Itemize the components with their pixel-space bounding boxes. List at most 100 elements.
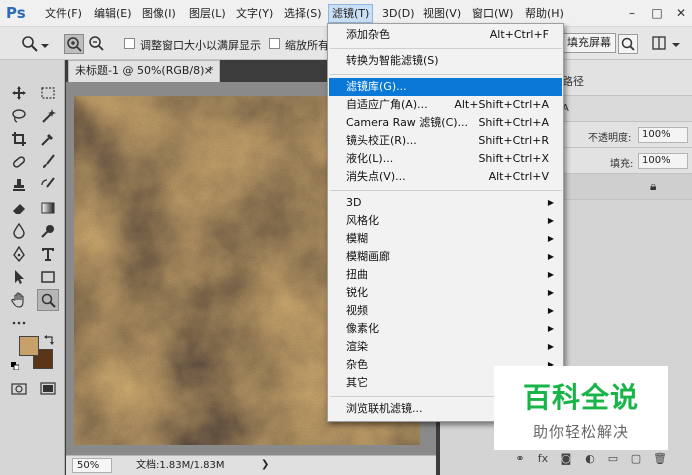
menu-filter[interactable]: 滤镜(T) bbox=[327, 4, 374, 23]
more-tools-icon[interactable] bbox=[8, 312, 30, 334]
document-tab-title: 未标题-1 @ 50%(RGB/8) * bbox=[75, 64, 214, 77]
pen-tool-icon[interactable] bbox=[8, 243, 30, 265]
history-brush-tool-icon[interactable] bbox=[37, 174, 59, 196]
menu-item-sharpen[interactable]: 锐化 ▶ bbox=[329, 284, 562, 302]
menu-window[interactable]: 窗口(W) bbox=[469, 5, 516, 22]
menu-file[interactable]: 文件(F) bbox=[42, 5, 85, 22]
submenu-arrow-icon: ▶ bbox=[547, 306, 554, 315]
workspace-icon[interactable] bbox=[650, 34, 670, 54]
status-bar: 50% 文档:1.83M/1.83M ❯ bbox=[66, 455, 436, 475]
menu-item-add-noise[interactable]: 添加杂色 Alt+Ctrl+F bbox=[329, 26, 562, 44]
zoom-all-label: 缩放所有 bbox=[285, 39, 329, 52]
menu-item-liquify[interactable]: 液化(L)... Shift+Ctrl+X bbox=[329, 150, 562, 168]
menu-image[interactable]: 图像(I) bbox=[139, 5, 179, 22]
photoshop-logo: Ps bbox=[6, 4, 26, 22]
menu-item-filter-gallery[interactable]: 滤镜库(G)... bbox=[329, 78, 562, 96]
magic-wand-tool-icon[interactable] bbox=[37, 105, 59, 127]
hand-tool-icon[interactable] bbox=[8, 289, 30, 311]
fill-screen-button[interactable]: 填充屏幕 bbox=[562, 33, 616, 53]
workspace-chevron-icon[interactable] bbox=[672, 39, 680, 47]
fill-field[interactable]: 100% bbox=[638, 153, 688, 169]
type-tool-icon[interactable] bbox=[37, 243, 59, 265]
paths-tab[interactable]: 路径 bbox=[562, 73, 584, 89]
document-size-info[interactable]: 文档:1.83M/1.83M bbox=[136, 459, 225, 472]
minimize-icon[interactable]: – bbox=[625, 6, 639, 20]
menu-item-blur-gallery[interactable]: 模糊画廊 ▶ bbox=[329, 248, 562, 266]
chevron-down-icon[interactable] bbox=[41, 40, 49, 48]
lock-icon: 🔒︎ bbox=[650, 179, 657, 193]
move-tool-icon[interactable] bbox=[8, 82, 30, 104]
menu-view[interactable]: 视图(V) bbox=[420, 5, 464, 22]
default-colors-icon[interactable] bbox=[11, 360, 20, 371]
lasso-tool-icon[interactable] bbox=[8, 105, 30, 127]
brush-tool-icon[interactable] bbox=[37, 151, 59, 173]
zoom-in-icon[interactable] bbox=[64, 34, 84, 54]
menu-separator bbox=[330, 48, 562, 49]
menu-edit[interactable]: 编辑(E) bbox=[91, 5, 135, 22]
menu-item-convert-smart-filter[interactable]: 转换为智能滤镜(S) bbox=[329, 52, 562, 70]
menu-item-vanishing-point[interactable]: 消失点(V)... Alt+Ctrl+V bbox=[329, 168, 562, 186]
crop-tool-icon[interactable] bbox=[8, 128, 30, 150]
zoom-level-field[interactable]: 50% bbox=[72, 458, 112, 473]
layer-style-icon[interactable]: fx bbox=[535, 451, 551, 467]
menu-item-distort[interactable]: 扭曲 ▶ bbox=[329, 266, 562, 284]
healing-brush-tool-icon[interactable] bbox=[8, 151, 30, 173]
foreground-color-swatch[interactable] bbox=[19, 336, 39, 356]
link-layers-icon[interactable]: ⚭ bbox=[512, 451, 528, 467]
layer-mask-icon[interactable]: ◙ bbox=[558, 451, 574, 467]
menu-item-3d[interactable]: 3D ▶ bbox=[329, 194, 562, 212]
submenu-arrow-icon: ▶ bbox=[547, 270, 554, 279]
zoom-out-icon[interactable] bbox=[87, 34, 107, 54]
clone-stamp-tool-icon[interactable] bbox=[8, 174, 30, 196]
submenu-arrow-icon: ▶ bbox=[547, 198, 554, 207]
zoom-all-checkbox[interactable] bbox=[269, 38, 280, 49]
fill-label: 填充: bbox=[610, 159, 634, 170]
eraser-tool-icon[interactable] bbox=[8, 197, 30, 219]
menu-separator bbox=[330, 74, 562, 75]
submenu-arrow-icon: ▶ bbox=[547, 252, 554, 261]
menu-item-stylize[interactable]: 风格化 ▶ bbox=[329, 212, 562, 230]
eyedropper-tool-icon[interactable] bbox=[37, 128, 59, 150]
marquee-tool-icon[interactable] bbox=[37, 82, 59, 104]
close-icon[interactable]: ✕ bbox=[674, 6, 688, 20]
close-tab-icon[interactable]: × bbox=[204, 61, 213, 81]
menu-item-pixelate[interactable]: 像素化 ▶ bbox=[329, 320, 562, 338]
quick-mask-icon[interactable] bbox=[8, 378, 30, 400]
zoom-tool-icon[interactable] bbox=[37, 289, 59, 311]
opacity-field[interactable]: 100% bbox=[638, 127, 688, 143]
menu-item-blur[interactable]: 模糊 ▶ bbox=[329, 230, 562, 248]
menu-item-video[interactable]: 视频 ▶ bbox=[329, 302, 562, 320]
new-group-icon[interactable]: ▭ bbox=[605, 451, 621, 467]
screen-mode-icon[interactable] bbox=[37, 378, 59, 400]
zoom-tool-preset-icon[interactable] bbox=[20, 34, 40, 54]
menu-item-camera-raw-filter[interactable]: Camera Raw 滤镜(C)... Shift+Ctrl+A bbox=[329, 114, 562, 132]
menu-item-render[interactable]: 渲染 ▶ bbox=[329, 338, 562, 356]
dodge-tool-icon[interactable] bbox=[37, 220, 59, 242]
restore-icon[interactable]: □ bbox=[650, 6, 664, 20]
new-layer-icon[interactable]: ▢ bbox=[628, 451, 644, 467]
menu-3d[interactable]: 3D(D) bbox=[379, 5, 418, 22]
menu-separator bbox=[330, 190, 562, 191]
gradient-tool-icon[interactable] bbox=[37, 197, 59, 219]
menu-layer[interactable]: 图层(L) bbox=[186, 5, 229, 22]
blur-tool-icon[interactable] bbox=[8, 220, 30, 242]
rectangle-tool-icon[interactable] bbox=[37, 266, 59, 288]
watermark-logo: 百科全说 助你轻松解决 bbox=[494, 366, 668, 450]
menu-help[interactable]: 帮助(H) bbox=[522, 5, 567, 22]
tools-panel bbox=[0, 60, 65, 475]
filter-menu-dropdown: 添加杂色 Alt+Ctrl+F 转换为智能滤镜(S) 滤镜库(G)... 自适应广… bbox=[327, 23, 564, 422]
menu-type[interactable]: 文字(Y) bbox=[233, 5, 276, 22]
search-icon[interactable] bbox=[618, 34, 638, 54]
adjustment-layer-icon[interactable]: ◐ bbox=[582, 451, 598, 467]
status-menu-arrow-icon[interactable]: ❯ bbox=[261, 459, 269, 470]
delete-layer-icon[interactable]: 🗑︎ bbox=[652, 451, 668, 467]
submenu-arrow-icon: ▶ bbox=[547, 324, 554, 333]
menu-item-adaptive-wide-angle[interactable]: 自适应广角(A)... Alt+Shift+Ctrl+A bbox=[329, 96, 562, 114]
path-selection-tool-icon[interactable] bbox=[8, 266, 30, 288]
submenu-arrow-icon: ▶ bbox=[547, 234, 554, 243]
document-tab[interactable]: 未标题-1 @ 50%(RGB/8) * × bbox=[68, 60, 220, 82]
resize-windows-checkbox[interactable] bbox=[124, 38, 135, 49]
swap-colors-icon[interactable] bbox=[44, 335, 54, 345]
menu-select[interactable]: 选择(S) bbox=[281, 5, 325, 22]
menu-item-lens-correction[interactable]: 镜头校正(R)... Shift+Ctrl+R bbox=[329, 132, 562, 150]
